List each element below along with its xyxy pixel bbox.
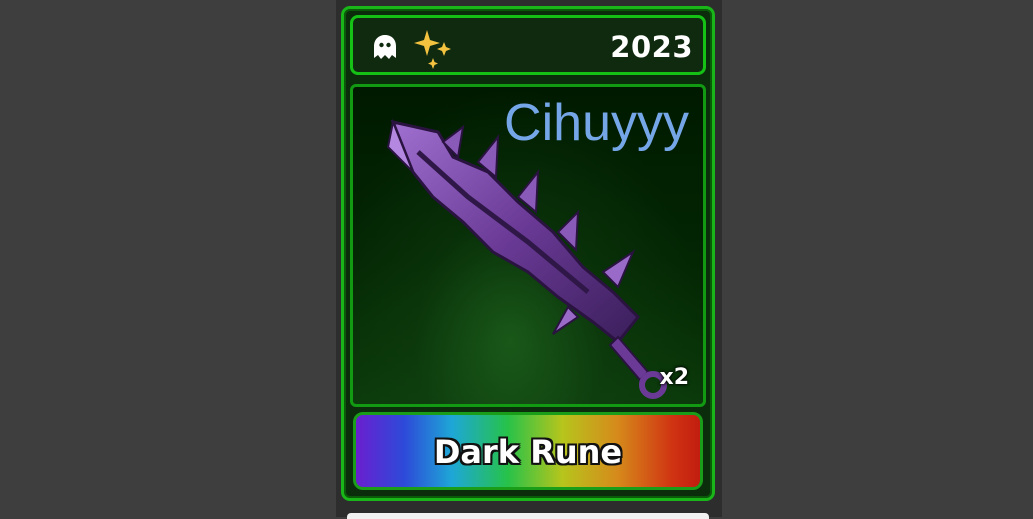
sparkles-icon <box>414 30 451 69</box>
item-card[interactable]: 2023 Cihuyyy x2 Dark Rune <box>341 6 715 501</box>
item-name: Dark Rune <box>433 433 623 471</box>
card-header: 2023 <box>350 15 706 75</box>
owner-name: Cihuyyy <box>504 94 689 152</box>
item-display: Cihuyyy x2 <box>350 84 706 407</box>
ghost-icon <box>374 35 396 59</box>
item-name-banner: Dark Rune <box>353 412 703 490</box>
quantity-badge: x2 <box>659 365 690 390</box>
year-label: 2023 <box>610 30 693 64</box>
next-card-edge <box>347 513 709 519</box>
